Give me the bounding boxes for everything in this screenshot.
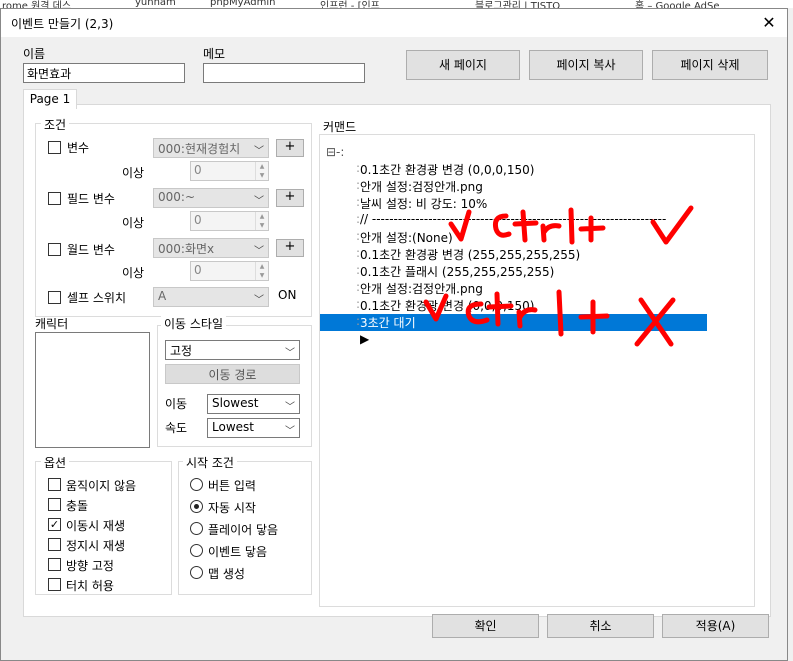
taskbar-item[interactable]: rome 원격 데스 [2, 0, 71, 8]
world-variable-label: 월드 변수 [67, 243, 115, 257]
option-label: 움직이지 않음 [66, 479, 137, 493]
event-editor-window: 이벤트 만들기 (2,3) ✕ 이름 메모 새 페이지 페이지 복사 페이지 삭… [0, 8, 788, 661]
command-item[interactable]: 안개 설정:검정안개.png [360, 178, 483, 195]
frequency-label: 속도 [165, 421, 188, 435]
field-min-spinner[interactable]: 0 ▲ ▼ [190, 211, 269, 231]
taskbar-strip: rome 원격 데스 yunham phpMyAdmin 인프런 - [인프 블… [0, 0, 793, 8]
option-label: 이동시 재생 [66, 519, 126, 533]
field-variable-add-button[interactable]: + [276, 189, 304, 207]
move-route-button[interactable]: 이동 경로 [165, 364, 300, 384]
chevron-down-icon: ﹀ [254, 196, 264, 207]
memo-label: 메모 [203, 47, 226, 61]
spinner-arrows-icon[interactable]: ▲ ▼ [255, 262, 268, 280]
cancel-button[interactable]: 취소 [547, 614, 654, 638]
trigger-radio[interactable] [190, 500, 203, 513]
trigger-radio[interactable] [190, 478, 203, 491]
self-switch-label: 셀프 스위치 [67, 291, 127, 305]
option-label: 충돌 [66, 499, 89, 513]
close-icon: ✕ [762, 13, 776, 32]
trigger-label: 자동 시작 [208, 501, 256, 515]
spinner-arrows-icon[interactable]: ▲ ▼ [255, 162, 268, 180]
option-checkbox[interactable] [48, 498, 61, 511]
world-min-label: 이상 [122, 266, 145, 280]
conditions-title: 조건 [41, 116, 70, 133]
taskbar-item[interactable]: phpMyAdmin [210, 0, 275, 8]
handwritten-annotation [423, 205, 694, 347]
tree-root-node[interactable]: ⊟-: [326, 145, 344, 159]
self-switch-state: ON [278, 288, 297, 302]
close-button[interactable]: ✕ [757, 11, 781, 35]
trigger-radio[interactable] [190, 544, 203, 557]
self-switch-select[interactable]: A ﹀ [153, 287, 269, 307]
world-variable-add-button[interactable]: + [276, 239, 304, 257]
trigger-label: 버튼 입력 [208, 479, 256, 493]
taskbar-item[interactable]: 블로그관리 | TISTO [475, 0, 560, 8]
world-variable-select[interactable]: 000:화면x ﹀ [153, 238, 269, 258]
trigger-radio[interactable] [190, 566, 203, 579]
variable-label: 변수 [67, 141, 90, 155]
name-label: 이름 [23, 47, 46, 61]
variable-select[interactable]: 000:현재경험치 ﹀ [153, 138, 269, 158]
variable-checkbox[interactable] [48, 141, 61, 154]
variable-min-spinner[interactable]: 0 ▲ ▼ [190, 161, 269, 181]
speed-select[interactable]: Slowest ﹀ [207, 394, 300, 414]
variable-min-label: 이상 [122, 166, 145, 180]
world-min-spinner[interactable]: 0 ▲ ▼ [190, 261, 269, 281]
chevron-down-icon: ﹀ [285, 348, 295, 359]
chevron-down-icon: ﹀ [285, 402, 295, 413]
options-title: 옵션 [41, 454, 70, 471]
option-checkbox[interactable] [48, 538, 61, 551]
option-checkbox[interactable] [48, 578, 61, 591]
delete-page-button[interactable]: 페이지 삭제 [652, 50, 768, 80]
taskbar-item[interactable]: 홈 – Google AdSe [635, 0, 720, 8]
option-checkbox[interactable] [48, 558, 61, 571]
option-checkbox[interactable] [48, 478, 61, 491]
trigger-label: 맵 생성 [208, 567, 245, 581]
field-variable-select[interactable]: 000:~ ﹀ [153, 188, 269, 208]
spinner-arrows-icon[interactable]: ▲ ▼ [255, 212, 268, 230]
variable-add-button[interactable]: + [276, 139, 304, 157]
chevron-down-icon: ﹀ [254, 146, 264, 157]
window-title: 이벤트 만들기 (2,3) [11, 17, 114, 31]
character-title: 캐릭터 [35, 317, 69, 331]
command-item[interactable]: 0.1초간 환경광 변경 (0,0,0,150) [360, 161, 534, 178]
movement-title: 이동 스타일 [161, 315, 227, 332]
option-label: 터치 허용 [66, 579, 114, 593]
option-label: 정지시 재생 [66, 539, 126, 553]
world-variable-checkbox[interactable] [48, 243, 61, 256]
name-input[interactable] [23, 63, 185, 83]
field-variable-checkbox[interactable] [48, 192, 61, 205]
chevron-down-icon: ﹀ [285, 426, 295, 437]
character-image-box[interactable] [35, 332, 150, 448]
taskbar-item[interactable]: 인프런 - [인프 [320, 0, 380, 8]
self-switch-checkbox[interactable] [48, 291, 61, 304]
new-page-button[interactable]: 새 페이지 [406, 50, 520, 80]
end-marker-icon[interactable]: ▶ [360, 332, 369, 346]
trigger-radio[interactable] [190, 522, 203, 535]
option-checkbox[interactable]: ✓ [48, 518, 61, 531]
copy-page-button[interactable]: 페이지 복사 [529, 50, 643, 80]
trigger-label: 이벤트 닿음 [208, 545, 268, 559]
option-label: 방향 고정 [66, 559, 114, 573]
trigger-label: 플레이어 닿음 [208, 523, 279, 537]
commands-title: 커맨드 [323, 120, 357, 134]
trigger-title: 시작 조건 [183, 454, 237, 471]
ok-button[interactable]: 확인 [432, 614, 539, 638]
chevron-down-icon: ﹀ [254, 295, 264, 306]
taskbar-item[interactable]: yunham [135, 0, 176, 8]
field-variable-label: 필드 변수 [67, 192, 115, 206]
apply-button[interactable]: 적용(A) [662, 614, 769, 638]
memo-input[interactable] [203, 63, 365, 83]
movement-type-select[interactable]: 고정 ﹀ [165, 340, 300, 360]
field-min-label: 이상 [122, 216, 145, 230]
chevron-down-icon: ﹀ [254, 246, 264, 257]
tab-page-1[interactable]: Page 1 [23, 89, 77, 109]
speed-label: 이동 [165, 397, 188, 411]
frequency-select[interactable]: Lowest ﹀ [207, 418, 300, 438]
title-bar: 이벤트 만들기 (2,3) ✕ [1, 9, 787, 37]
